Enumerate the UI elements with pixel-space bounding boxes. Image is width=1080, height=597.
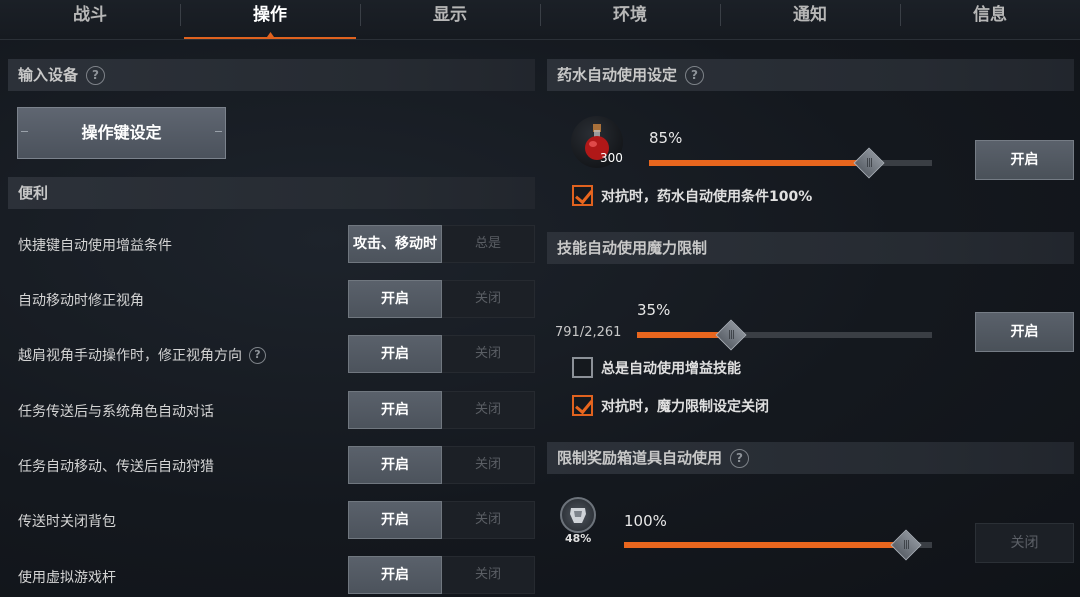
input-device-header: 输入设备 ?	[8, 59, 535, 91]
potion-pvp-checkbox-row[interactable]: 对抗时，药水自动使用条件100%	[572, 185, 812, 206]
row-label-virtual-joystick: 使用虚拟游戏杆	[18, 570, 116, 586]
slider-handle[interactable]	[890, 529, 922, 561]
tab-info[interactable]: 信息	[900, 0, 1080, 39]
checkbox-checked[interactable]	[572, 185, 593, 206]
tab-label: 通知	[793, 5, 827, 25]
potion-percent: 85%	[649, 129, 683, 147]
section-title: 药水自动使用设定	[557, 66, 678, 84]
row-label-quest-auto-hunt: 任务自动移动、传送后自动狩猎	[18, 459, 214, 475]
button-label: 操作键设定	[81, 123, 162, 142]
skill-mana-limit-header: 技能自动使用魔力限制	[547, 232, 1074, 264]
option-off[interactable]: 关闭	[442, 335, 535, 373]
toggle-virtual-joystick: 开启 关闭	[348, 556, 535, 594]
option-on[interactable]: 开启	[348, 556, 442, 594]
gauntlet-icon	[560, 497, 596, 533]
tab-label: 战斗	[73, 5, 107, 25]
toggle-quest-teleport-dialog: 开启 关闭	[348, 391, 535, 429]
slider-fill	[649, 160, 869, 166]
section-title: 技能自动使用魔力限制	[557, 239, 708, 257]
tab-environment[interactable]: 环境	[540, 0, 720, 39]
always-buff-checkbox-row[interactable]: 总是自动使用增益技能	[572, 357, 741, 378]
potion-auto-use-header: 药水自动使用设定 ?	[547, 59, 1074, 91]
tab-label: 环境	[613, 5, 647, 25]
checkbox-label: 总是自动使用增益技能	[601, 360, 741, 377]
option-off[interactable]: 关闭	[442, 501, 535, 539]
button-ornament	[21, 131, 28, 132]
option-on[interactable]: 开启	[348, 446, 442, 484]
potion-toggle-button[interactable]: 开启	[975, 140, 1074, 180]
tab-label: 显示	[433, 5, 467, 25]
reward-icon-percent: 48%	[565, 532, 592, 545]
potion-slider[interactable]	[649, 147, 932, 179]
tab-label: 信息	[973, 5, 1007, 25]
help-icon[interactable]: ?	[86, 65, 106, 85]
tab-display[interactable]: 显示	[360, 0, 540, 39]
checkbox-label: 对抗时，魔力限制设定关闭	[601, 398, 769, 415]
reward-percent: 100%	[624, 512, 667, 530]
toggle-quest-auto-hunt: 开启 关闭	[348, 446, 535, 484]
button-ornament	[215, 131, 222, 132]
slider-fill	[624, 542, 906, 548]
row-label-quest-teleport-dialog: 任务传送后与系统角色自动对话	[18, 404, 214, 420]
toggle-shoulder-view: 开启 关闭	[348, 335, 535, 373]
help-icon[interactable]: ?	[730, 448, 750, 468]
potion-count: 300	[600, 151, 623, 165]
option-on[interactable]: 开启	[348, 335, 442, 373]
checkbox-label: 对抗时，药水自动使用条件100%	[601, 188, 813, 205]
option-off[interactable]: 关闭	[442, 446, 535, 484]
skill-pvp-checkbox-row[interactable]: 对抗时，魔力限制设定关闭	[572, 395, 769, 416]
checkbox-unchecked[interactable]	[572, 357, 593, 378]
toggle-close-bag-teleport: 开启 关闭	[348, 501, 535, 539]
row-label-close-bag-teleport: 传送时关闭背包	[18, 514, 116, 530]
option-always[interactable]: 总是	[442, 225, 535, 263]
tab-combat[interactable]: 战斗	[0, 0, 180, 39]
row-label-auto-move-camera: 自动移动时修正视角	[18, 293, 144, 309]
reward-box-limit-header: 限制奖励箱道具自动使用 ?	[547, 442, 1074, 474]
option-off[interactable]: 关闭	[442, 556, 535, 594]
option-off[interactable]: 关闭	[442, 280, 535, 318]
convenience-header: 便利	[8, 177, 535, 209]
toggle-quickslot-buff: 攻击、移动时 总是	[348, 225, 535, 263]
option-attack-move[interactable]: 攻击、移动时	[348, 225, 442, 263]
help-icon[interactable]: ?	[249, 346, 266, 364]
skill-mana-slider[interactable]	[637, 319, 932, 351]
row-label-quickslot-buff: 快捷键自动使用增益条件	[18, 238, 172, 254]
slider-handle[interactable]	[853, 147, 885, 179]
slider-handle[interactable]	[715, 319, 747, 351]
section-title: 便利	[18, 184, 49, 202]
mana-readout: 791/2,261	[555, 325, 622, 340]
help-icon[interactable]: ?	[685, 65, 705, 85]
section-title: 限制奖励箱道具自动使用	[557, 449, 723, 467]
tab-notifications[interactable]: 通知	[720, 0, 900, 39]
section-title: 输入设备	[18, 66, 79, 84]
tab-label: 操作	[253, 5, 287, 25]
skill-toggle-button[interactable]: 开启	[975, 312, 1074, 352]
option-on[interactable]: 开启	[348, 280, 442, 318]
row-label-shoulder-view: 越肩视角手动操作时，修正视角方向 ?	[18, 345, 266, 365]
toggle-auto-move-camera: 开启 关闭	[348, 280, 535, 318]
tab-bar: 战斗 操作 显示 环境 通知 信息	[0, 0, 1080, 40]
option-on[interactable]: 开启	[348, 501, 442, 539]
tab-controls[interactable]: 操作	[180, 0, 360, 39]
row-label-text: 越肩视角手动操作时，修正视角方向	[18, 348, 242, 364]
option-on[interactable]: 开启	[348, 391, 442, 429]
skill-percent: 35%	[637, 301, 671, 319]
reward-toggle-button[interactable]: 关闭	[975, 523, 1074, 563]
checkbox-checked[interactable]	[572, 395, 593, 416]
option-off[interactable]: 关闭	[442, 391, 535, 429]
reward-slider[interactable]	[624, 529, 932, 561]
keybind-settings-button[interactable]: 操作键设定	[17, 107, 226, 159]
active-tab-marker	[267, 32, 274, 37]
